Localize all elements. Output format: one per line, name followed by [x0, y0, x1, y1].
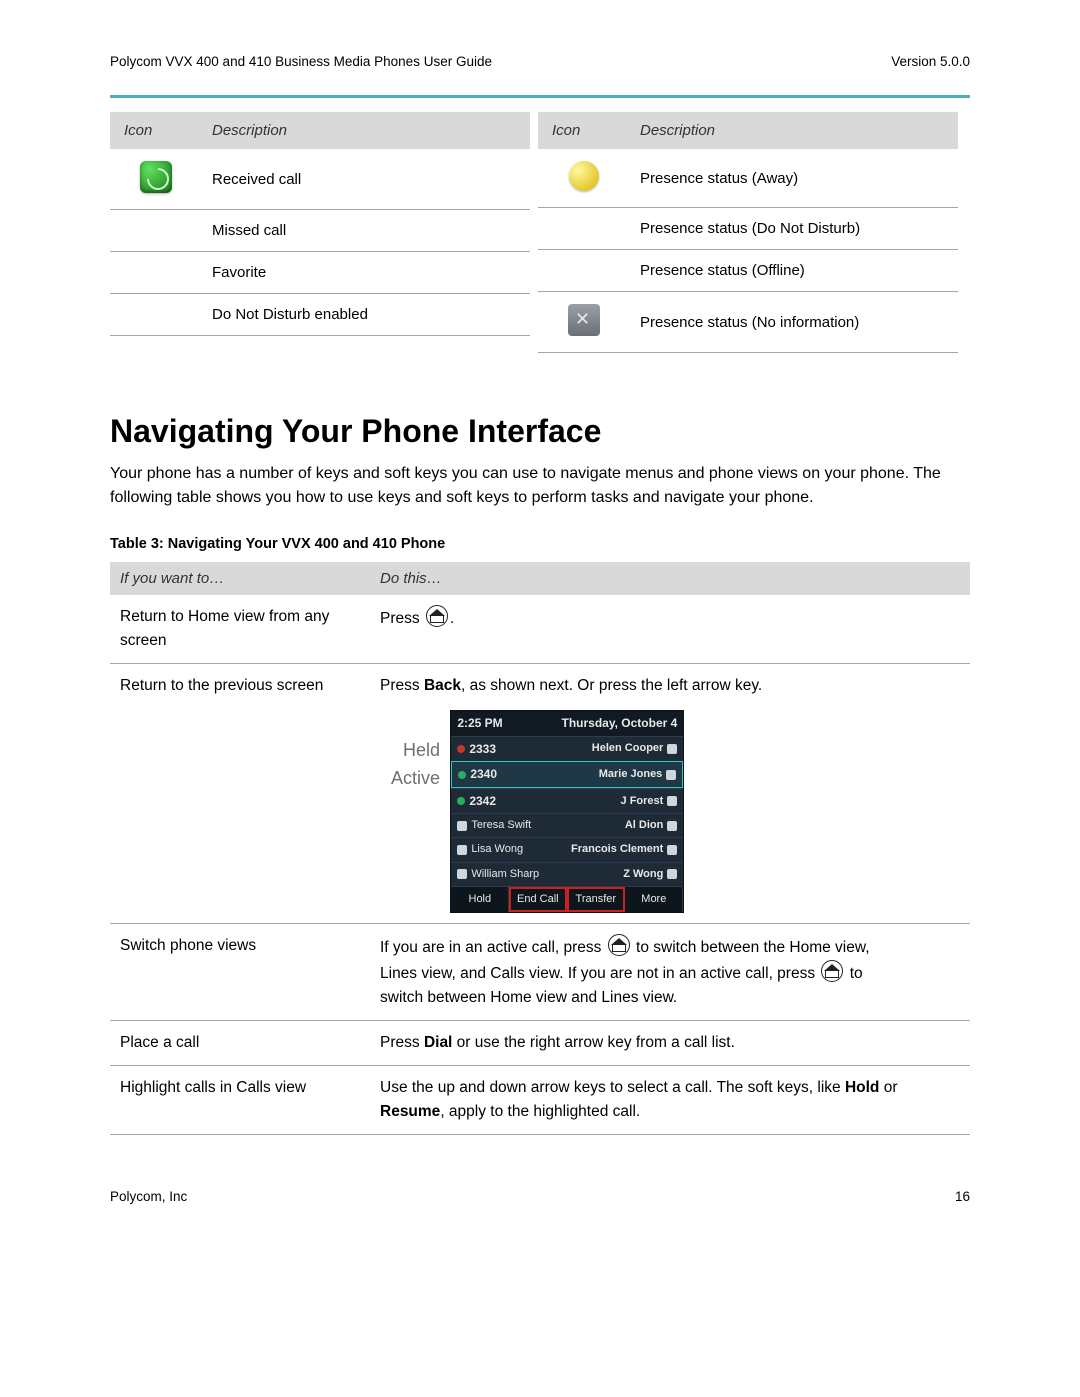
want-cell: Return to Home view from any screen [110, 595, 370, 664]
softkey-more: More [625, 887, 683, 912]
want-cell: Place a call [110, 1020, 370, 1065]
phone-line-row: 2340Marie Jones [451, 761, 683, 788]
softkey-hold: Hold [451, 887, 509, 912]
icon-table-left: Icon Description Received call Missed ca… [110, 112, 530, 336]
table-row: Highlight calls in Calls view Use the up… [110, 1065, 970, 1134]
presence-away-icon [569, 161, 599, 191]
icon-desc: Presence status (No information) [626, 292, 958, 353]
do-cell: If you are in an active call, press to s… [370, 923, 970, 1020]
phone-screenshot: 2:25 PM Thursday, October 4 2333Helen Co… [450, 710, 684, 913]
icon-desc: Presence status (Away) [626, 149, 958, 208]
softkey-end-call: End Call [509, 887, 567, 912]
phone-softkeys: HoldEnd CallTransferMore [451, 886, 683, 912]
home-icon [821, 960, 843, 982]
phone-line-row: William SharpZ Wong [451, 862, 683, 886]
do-cell: Use the up and down arrow keys to select… [370, 1065, 970, 1134]
table-caption: Table 3: Navigating Your VVX 400 and 410… [110, 536, 970, 552]
section-heading: Navigating Your Phone Interface [110, 413, 970, 450]
softkey-transfer: Transfer [567, 887, 625, 912]
table-row: Switch phone views If you are in an acti… [110, 923, 970, 1020]
icon-desc: Missed call [198, 210, 530, 252]
home-icon [426, 605, 448, 627]
icon-desc: Do Not Disturb enabled [198, 294, 530, 336]
col-desc: Description [198, 112, 530, 149]
phone-date: Thursday, October 4 [562, 714, 678, 733]
footer-page: 16 [955, 1189, 970, 1204]
col-do: Do this… [370, 562, 970, 595]
col-desc: Description [626, 112, 958, 149]
table-row: Return to the previous screen Press Back… [110, 664, 970, 924]
phone-time: 2:25 PM [457, 714, 502, 733]
phone-annotation-labels: Held Active [380, 710, 440, 792]
icon-table-right: Icon Description Presence status (Away) … [538, 112, 958, 353]
phone-line-row: Lisa WongFrancois Clement [451, 837, 683, 861]
icon-desc: Favorite [198, 252, 530, 294]
table-row: Place a call Press Dial or use the right… [110, 1020, 970, 1065]
home-icon [608, 934, 630, 956]
phone-line-row: Teresa SwiftAl Dion [451, 813, 683, 837]
icon-desc: Presence status (Offline) [626, 250, 958, 292]
received-call-icon [140, 161, 172, 193]
footer-company: Polycom, Inc [110, 1189, 187, 1204]
nav-table: If you want to… Do this… Return to Home … [110, 562, 970, 1135]
icon-desc: Received call [198, 149, 530, 210]
want-cell: Return to the previous screen [110, 664, 370, 924]
phone-line-row: 2333Helen Cooper [451, 736, 683, 762]
section-paragraph: Your phone has a number of keys and soft… [110, 462, 970, 510]
want-cell: Highlight calls in Calls view [110, 1065, 370, 1134]
doc-version: Version 5.0.0 [891, 54, 970, 69]
do-cell: Press Back, as shown next. Or press the … [370, 664, 970, 924]
col-icon: Icon [110, 112, 198, 149]
presence-noinfo-icon [568, 304, 600, 336]
do-cell: Press . [370, 595, 970, 664]
col-want: If you want to… [110, 562, 370, 595]
icon-desc: Presence status (Do Not Disturb) [626, 208, 958, 250]
want-cell: Switch phone views [110, 923, 370, 1020]
header-rule [110, 95, 970, 98]
do-cell: Press Dial or use the right arrow key fr… [370, 1020, 970, 1065]
phone-line-row: 2342J Forest [451, 788, 683, 814]
table-row: Return to Home view from any screen Pres… [110, 595, 970, 664]
doc-title: Polycom VVX 400 and 410 Business Media P… [110, 54, 492, 69]
col-icon: Icon [538, 112, 626, 149]
